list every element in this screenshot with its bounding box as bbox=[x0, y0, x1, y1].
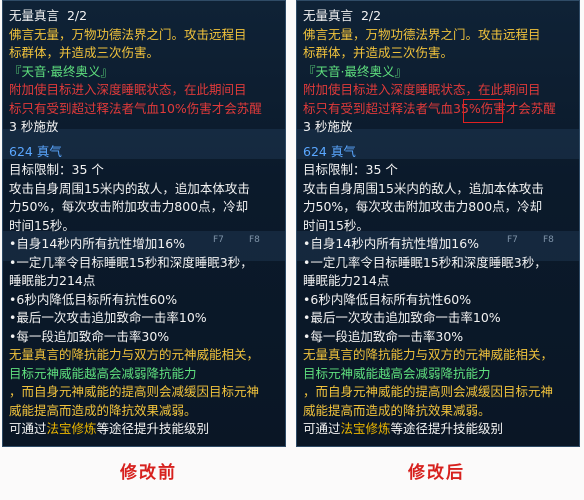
upgrade-hint-suffix: 等途径提升技能级别 bbox=[390, 421, 504, 436]
upgrade-hint-prefix: 可通过 bbox=[9, 421, 47, 436]
skill-effect-line: 标只有受到超过释法者气血10%伤害才会苏醒 bbox=[9, 100, 262, 116]
upgrade-link[interactable]: 法宝修炼 bbox=[47, 421, 97, 436]
skill-effect-line: 标只有受到超过释法者气血35%伤害才会苏醒 bbox=[303, 100, 556, 116]
buff-line: 睡眠能力214点 bbox=[9, 273, 96, 288]
attack-line: 力50%，每次攻击附加攻击力800点，冷却 bbox=[303, 199, 543, 214]
note-line: 无量真言的降抗能力与双方的元神威能相关， bbox=[303, 347, 554, 362]
note-line: 威能提高而造成的降抗效果减弱。 bbox=[303, 402, 491, 418]
buff-line: •6秒内降低目标所有抗性60% bbox=[303, 291, 472, 307]
skill-effect-line: 附加使目标进入深度睡眠状态，在此期间目 bbox=[303, 82, 541, 97]
cast-time: 3 秒施放 bbox=[9, 119, 59, 134]
skill-title: 无量真言 bbox=[303, 8, 354, 23]
skill-tooltip: 无量真言 2/2 佛言无量，万物功德法界之门。攻击远程目 标群体，并造成三次伤害… bbox=[9, 7, 281, 439]
upgrade-hint: 可通过法宝修炼等途径提升技能级别 bbox=[303, 420, 575, 439]
tooltip-panel-after: F7 F8 无量真言 2/2 佛言无量，万物功德法界之门。攻击远程目 标群体，并… bbox=[296, 0, 580, 447]
buff-line: •每一段追加致命一击率30% bbox=[9, 328, 170, 344]
buff-line: •自身14秒内所有抗性增加16% bbox=[9, 236, 186, 251]
buff-line: •一定几率令目标睡眠15秒和深度睡眠3秒， bbox=[303, 254, 547, 270]
note-line: ，而自身元神威能的提高则会减缓因目标元神 bbox=[303, 384, 554, 399]
skill-description-line: 标群体，并造成三次伤害。 bbox=[303, 45, 454, 60]
cast-time: 3 秒施放 bbox=[303, 119, 353, 134]
skill-level: 2/2 bbox=[360, 8, 382, 23]
changed-value-highlight-box bbox=[463, 99, 503, 123]
skill-description-line: 佛言无量，万物功德法界之门。攻击远程目 bbox=[9, 26, 247, 42]
note-line: 威能提高而造成的降抗效果减弱。 bbox=[9, 402, 197, 418]
skill-title: 无量真言 bbox=[9, 8, 60, 23]
attack-line: 力50%，每次攻击附加攻击力800点，冷却 bbox=[9, 199, 249, 214]
attack-line: 时间15秒。 bbox=[9, 217, 75, 233]
skill-tooltip: 无量真言 2/2 佛言无量，万物功德法界之门。攻击远程目 标群体，并造成三次伤害… bbox=[303, 7, 575, 439]
tooltip-panel-before: F7 F8 无量真言 2/2 佛言无量，万物功德法界之门。攻击远程目 标群体，并… bbox=[2, 0, 286, 447]
note-line: ，而自身元神威能的提高则会减缓因目标元神 bbox=[9, 384, 260, 399]
buff-line: 睡眠能力214点 bbox=[303, 273, 390, 288]
upgrade-hint-suffix: 等途径提升技能级别 bbox=[96, 421, 210, 436]
note-line: 无量真言的降抗能力与双方的元神威能相关， bbox=[9, 347, 260, 362]
attack-line: 时间15秒。 bbox=[303, 217, 369, 233]
note-line: 目标元神威能越高会减弱降抗能力 bbox=[9, 365, 197, 381]
chi-cost: 624 真气 bbox=[9, 143, 62, 159]
upgrade-hint: 可通过法宝修炼等途径提升技能级别 bbox=[9, 420, 281, 439]
target-limit: 目标限制：35 个 bbox=[303, 162, 398, 177]
note-line: 目标元神威能越高会减弱降抗能力 bbox=[303, 365, 491, 381]
caption-before: 修改前 bbox=[120, 463, 177, 483]
upgrade-link[interactable]: 法宝修炼 bbox=[341, 421, 391, 436]
buff-line: •自身14秒内所有抗性增加16% bbox=[303, 236, 480, 251]
buff-line: •最后一次攻击追加致命一击率10% bbox=[303, 310, 501, 325]
skill-description-line: 标群体，并造成三次伤害。 bbox=[9, 45, 160, 60]
skill-description-line: 佛言无量，万物功德法界之门。攻击远程目 bbox=[303, 26, 541, 42]
skill-level: 2/2 bbox=[66, 8, 88, 23]
skill-effect-line: 附加使目标进入深度睡眠状态，在此期间目 bbox=[9, 82, 247, 97]
attack-line: 攻击自身周围15米内的敌人，追加本体攻击 bbox=[303, 180, 544, 196]
buff-line: •6秒内降低目标所有抗性60% bbox=[9, 291, 178, 307]
skill-tag: 『天音·最终奥义』 bbox=[303, 63, 407, 79]
buff-line: •每一段追加致命一击率30% bbox=[303, 328, 464, 344]
upgrade-hint-prefix: 可通过 bbox=[303, 421, 341, 436]
chi-cost: 624 真气 bbox=[303, 143, 356, 159]
buff-line: •最后一次攻击追加致命一击率10% bbox=[9, 310, 207, 325]
caption-after: 修改后 bbox=[408, 463, 465, 483]
skill-tag: 『天音·最终奥义』 bbox=[9, 63, 113, 79]
target-limit: 目标限制：35 个 bbox=[9, 162, 104, 177]
buff-line: •一定几率令目标睡眠15秒和深度睡眠3秒， bbox=[9, 254, 253, 270]
attack-line: 攻击自身周围15米内的敌人，追加本体攻击 bbox=[9, 180, 250, 196]
